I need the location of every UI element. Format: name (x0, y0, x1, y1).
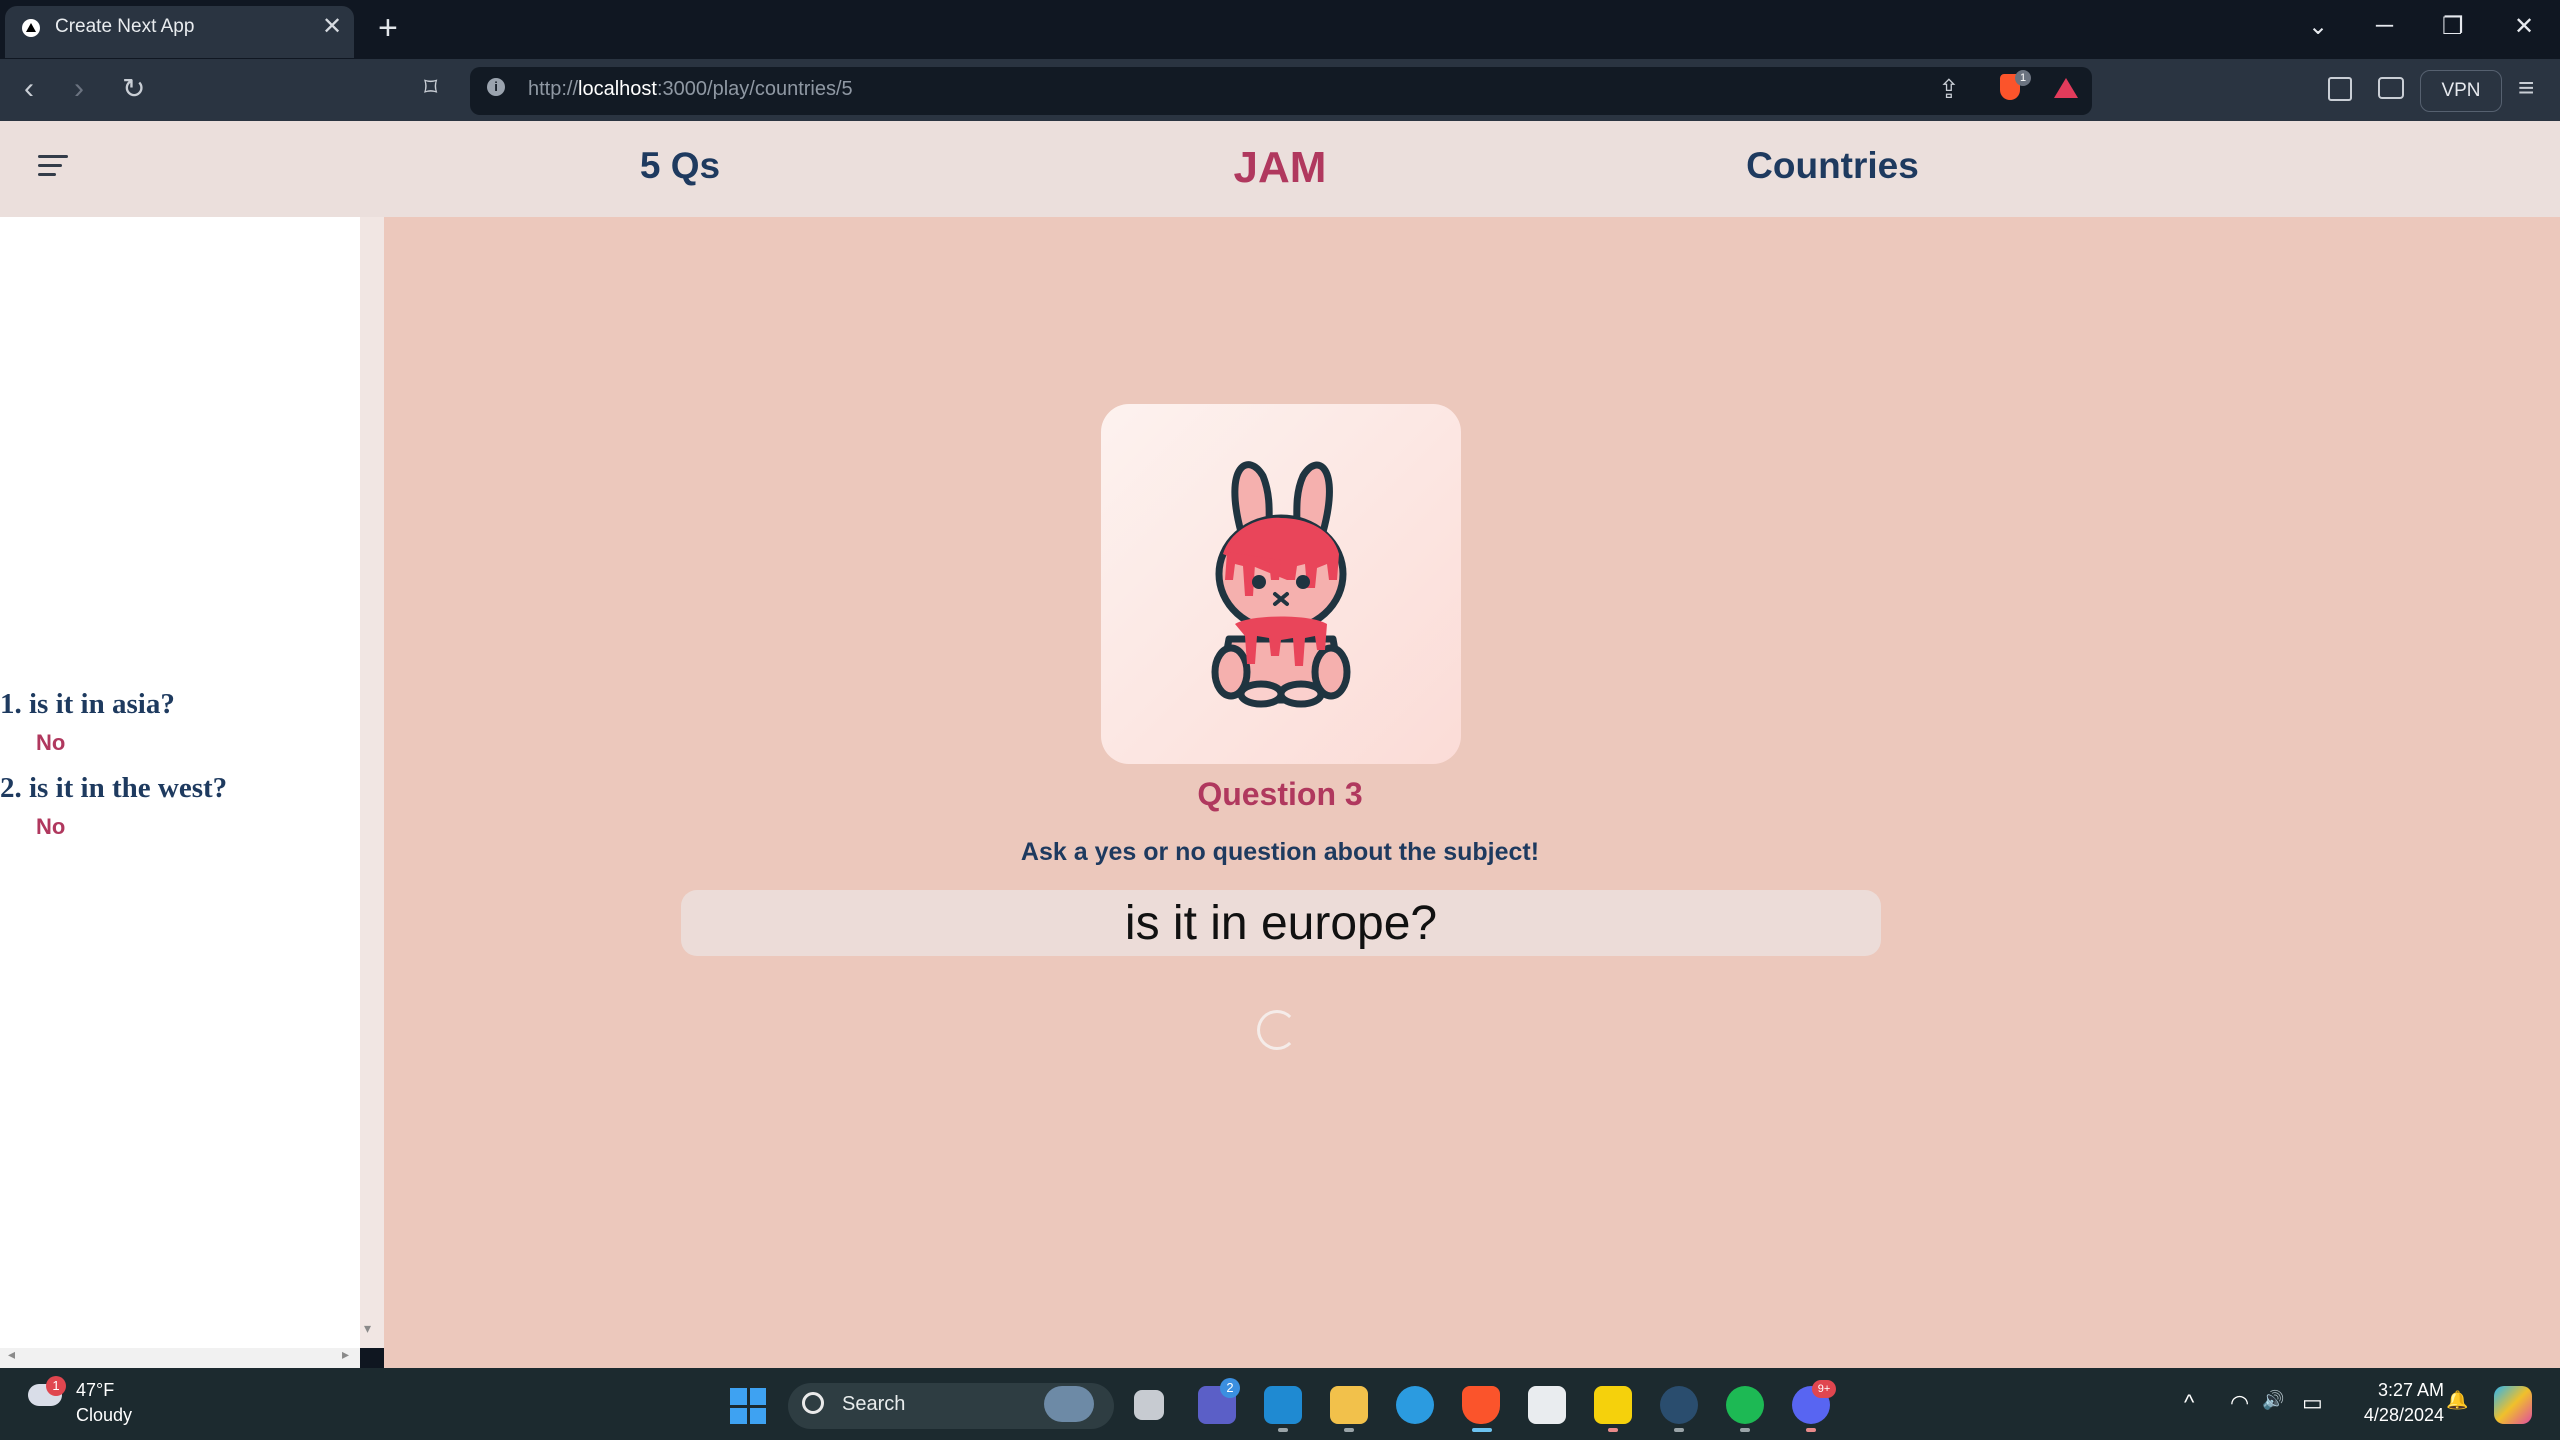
scroll-right-arrow-icon[interactable]: ▸ (342, 1346, 349, 1363)
loading-spinner-icon (1257, 1010, 1297, 1050)
copilot-icon[interactable] (2494, 1386, 2532, 1424)
tray-overflow-icon[interactable]: ^ (2184, 1390, 2194, 1416)
hamburger-line (38, 155, 68, 158)
url-text[interactable]: http://localhost:3000/play/countries/5 (528, 78, 853, 101)
vpn-button[interactable]: VPN (2420, 70, 2502, 112)
share-icon[interactable]: ⇪ (1938, 74, 1960, 105)
steam-icon[interactable] (1660, 1386, 1698, 1424)
minimize-icon[interactable]: ─ (2376, 12, 2393, 40)
window-close-icon[interactable]: ✕ (2514, 12, 2534, 41)
tab-close-icon[interactable]: ✕ (322, 12, 342, 41)
reload-icon[interactable]: ↻ (122, 72, 145, 105)
brave-icon[interactable] (1462, 1386, 1500, 1424)
running-indicator (1278, 1428, 1288, 1432)
bunny-mascot-icon (1211, 461, 1351, 708)
weather-temperature[interactable]: 47°F (76, 1380, 114, 1401)
spotify-icon[interactable] (1726, 1386, 1764, 1424)
taskbar-search-label: Search (842, 1393, 906, 1415)
discord-notification-badge: 9+ (1812, 1380, 1836, 1398)
running-indicator (1608, 1428, 1618, 1432)
question-input[interactable] (681, 890, 1881, 956)
scroll-down-arrow-icon[interactable]: ▾ (364, 1320, 371, 1337)
vscode-icon[interactable] (1264, 1386, 1302, 1424)
start-tile (730, 1388, 747, 1405)
url-path: :3000/play/countries/5 (656, 78, 853, 100)
bookmark-icon[interactable]: ⌑ (424, 72, 437, 103)
edge-icon[interactable] (1396, 1386, 1434, 1424)
hamburger-menu-icon[interactable] (38, 155, 68, 179)
microsoft-store-icon[interactable] (1528, 1386, 1566, 1424)
question-count-label: 5 Qs (639, 145, 721, 186)
new-tab-icon[interactable]: + (378, 9, 398, 48)
mascot-card (1101, 404, 1461, 764)
windows-start-icon[interactable] (730, 1388, 766, 1424)
start-tile (749, 1407, 766, 1424)
start-tile (730, 1407, 747, 1424)
history-question: 2. is it in the west? (0, 772, 228, 804)
history-answer: No (36, 730, 66, 755)
sticky-notes-icon[interactable] (1594, 1386, 1632, 1424)
nextjs-favicon-icon (22, 19, 40, 37)
notification-bell-icon[interactable]: 🔔 (2446, 1390, 2468, 1411)
weather-condition[interactable]: Cloudy (76, 1405, 132, 1426)
tab-search-icon[interactable]: ⌄ (2308, 12, 2328, 41)
active-indicator (1472, 1428, 1492, 1432)
file-explorer-icon[interactable] (1330, 1386, 1368, 1424)
clock-time[interactable]: 3:27 AM (2320, 1380, 2444, 1401)
sidebar-toggle-icon[interactable] (2328, 77, 2352, 101)
history-answer: No (36, 814, 66, 839)
question-prompt: Ask a yes or no question about the subje… (1020, 838, 1540, 866)
vertical-scrollbar[interactable] (360, 217, 384, 1348)
brave-rewards-icon[interactable] (2054, 78, 2078, 98)
running-indicator (1674, 1428, 1684, 1432)
search-highlight-fish-icon[interactable] (1044, 1386, 1094, 1422)
search-icon (802, 1392, 824, 1414)
hamburger-line (38, 164, 62, 167)
wifi-icon[interactable]: ◠ (2230, 1390, 2249, 1416)
tab-title: Create Next App (55, 16, 195, 37)
back-icon[interactable]: ‹ (24, 72, 34, 106)
restore-icon[interactable]: ❐ (2442, 12, 2464, 41)
scroll-left-arrow-icon[interactable]: ◂ (8, 1346, 15, 1363)
url-host: localhost (578, 78, 657, 100)
start-tile (749, 1388, 766, 1405)
hamburger-line (38, 173, 56, 176)
url-prefix: http:// (528, 78, 579, 100)
category-label: Countries (1746, 145, 1919, 186)
task-view-icon[interactable] (1134, 1390, 1164, 1420)
question-heading: Question 3 (1197, 776, 1363, 812)
running-indicator (1806, 1428, 1816, 1432)
running-indicator (1344, 1428, 1354, 1432)
volume-icon[interactable]: 🔊 (2262, 1390, 2284, 1411)
site-info-icon[interactable]: i (487, 78, 505, 96)
brand-logo-text[interactable]: JAM (1180, 143, 1380, 193)
history-question: 1. is it in asia? (0, 688, 175, 720)
browser-menu-icon[interactable]: ≡ (2518, 72, 2534, 104)
forward-icon[interactable]: › (74, 72, 84, 106)
running-indicator (1740, 1428, 1750, 1432)
clock-date[interactable]: 4/28/2024 (2320, 1405, 2444, 1426)
wallet-icon[interactable] (2378, 77, 2404, 99)
shields-count-badge: 1 (2015, 70, 2031, 86)
horizontal-scrollbar[interactable] (0, 1348, 360, 1368)
weather-alert-badge: 1 (46, 1376, 66, 1396)
teams-notification-badge: 2 (1220, 1378, 1240, 1398)
